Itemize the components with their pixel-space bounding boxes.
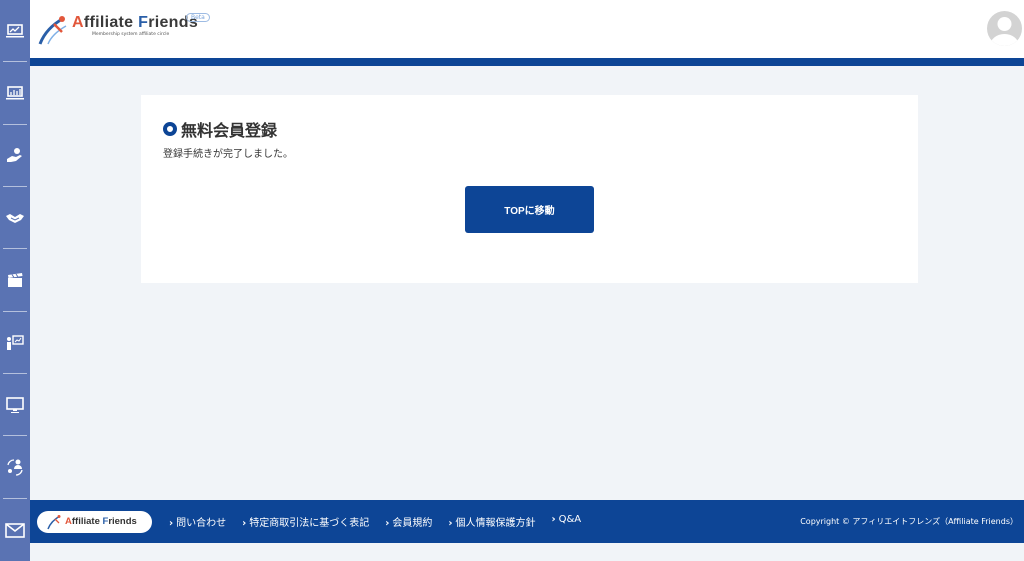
footer-link-commercial-law[interactable]: › 特定商取引法に基づく表記 <box>242 514 369 529</box>
sidebar-item-reports[interactable] <box>0 62 30 125</box>
logo-mark-icon <box>47 514 61 529</box>
sidebar-item-media[interactable] <box>0 249 30 312</box>
chevron-right-icon: › <box>242 518 247 529</box>
footer-link-contact[interactable]: › 問い合わせ <box>169 514 226 529</box>
clapperboard-icon <box>8 273 23 288</box>
footer-link-faq[interactable]: › Q&A <box>552 514 582 529</box>
header: Affiliate Friends Membership system affi… <box>30 0 1024 58</box>
laptop-chart-icon <box>6 86 24 100</box>
copyright-text: Copyright © アフィリエイトフレンズ（Affiliate Friend… <box>800 517 1018 526</box>
sidebar-item-seminar[interactable] <box>0 312 30 375</box>
logo-mark-icon <box>38 16 67 45</box>
footer-links: › 問い合わせ › 特定商取引法に基づく表記 › 会員規約 › 個人情報保護方針 › Q&… <box>169 514 597 529</box>
sidebar-item-partners[interactable] <box>0 187 30 250</box>
completion-message: 登録手続きが完了しました。 <box>163 149 293 160</box>
chevron-right-icon: › <box>551 514 556 525</box>
sidebar-item-community[interactable] <box>0 436 30 499</box>
footer-link-terms[interactable]: › 会員規約 <box>385 514 432 529</box>
sidebar-item-rewards[interactable] <box>0 125 30 188</box>
handshake-icon <box>6 214 24 224</box>
sidebar-item-dashboard[interactable] <box>0 0 30 63</box>
user-silhouette-icon <box>990 17 1019 46</box>
chevron-right-icon: › <box>448 518 453 529</box>
mail-icon <box>5 522 25 538</box>
monitor-icon <box>6 397 24 414</box>
footer-link-privacy[interactable]: › 個人情報保護方針 <box>448 514 535 529</box>
footer: Affiliate Friends › 問い合わせ › 特定商取引法に基づく表記 ›… <box>30 500 1024 543</box>
site-logo[interactable]: Affiliate Friends Membership system affi… <box>38 14 198 46</box>
people-exchange-icon <box>7 459 23 477</box>
sidebar-item-display[interactable] <box>0 374 30 437</box>
laptop-chart-icon <box>6 24 24 38</box>
beta-badge: Beta <box>186 13 210 22</box>
presentation-icon <box>7 335 24 350</box>
go-to-top-button[interactable]: TOPに移動 <box>465 186 594 233</box>
sidebar-item-mail[interactable] <box>0 499 30 561</box>
footer-logo[interactable]: Affiliate Friends <box>37 510 152 533</box>
page-title-text: 無料会員登録 <box>181 121 278 140</box>
chevron-right-icon: › <box>169 518 174 529</box>
logo-subtitle: Membership system affiliate circle <box>92 32 170 37</box>
page-title: 無料会員登録 <box>163 117 277 141</box>
hand-coin-icon <box>7 147 22 162</box>
footer-logo-text: Affiliate Friends <box>65 516 137 527</box>
sidebar <box>0 0 30 561</box>
logo-title: Affiliate Friends <box>72 14 199 31</box>
registration-complete-card: 無料会員登録 登録手続きが完了しました。 TOPに移動 <box>141 95 918 283</box>
ring-bullet-icon <box>163 122 177 136</box>
header-accent-bar <box>30 58 1024 66</box>
chevron-right-icon: › <box>385 518 390 529</box>
user-avatar[interactable] <box>987 11 1022 46</box>
